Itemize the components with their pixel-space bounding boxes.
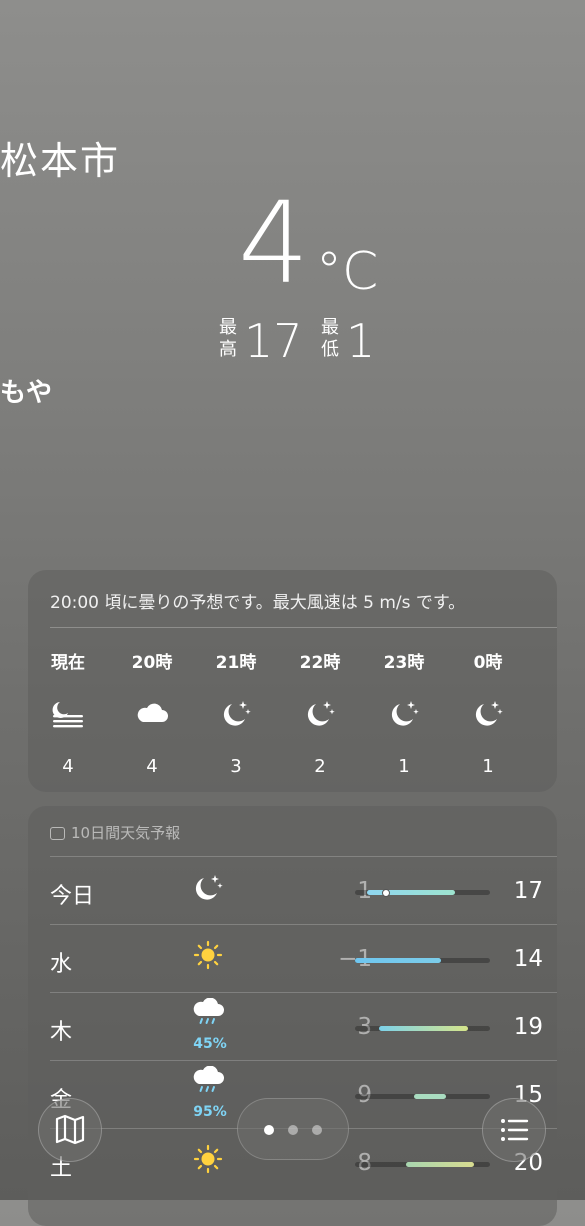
calendar-icon xyxy=(50,827,65,840)
moon-stars-icon xyxy=(302,698,338,728)
high-label-bottom: 高 xyxy=(219,339,237,360)
hour-temperature: 4 xyxy=(62,756,74,777)
hour-label: 1時 xyxy=(537,648,557,673)
page-dot[interactable] xyxy=(312,1125,322,1135)
daily-row[interactable]: 木 45% 3 19 xyxy=(50,992,557,1060)
hour-temperature: 3 xyxy=(230,756,242,777)
cloud-rain-icon xyxy=(190,997,230,1032)
hour-label: 20時 xyxy=(131,653,173,673)
temperature-range-bar xyxy=(355,888,490,897)
city-name: 松本市 xyxy=(0,139,121,183)
weather-condition: もや xyxy=(0,378,53,408)
row-divider xyxy=(50,924,557,925)
temperature-range-bar xyxy=(355,1026,490,1031)
row-divider xyxy=(50,992,557,993)
temperature-range-fill xyxy=(355,958,441,963)
temperature-range-fill xyxy=(406,1162,474,1167)
low-temperature: 1 xyxy=(346,314,376,368)
high-temp: 17 xyxy=(513,878,543,904)
hour-label: 21時 xyxy=(215,653,257,673)
moon-stars-icon xyxy=(190,872,230,906)
temperature-range-bar xyxy=(355,958,490,963)
daily-row[interactable]: 水−114 xyxy=(50,924,557,992)
hour-label: 現在 xyxy=(51,653,85,673)
day-label: 水 xyxy=(50,952,73,977)
hourly-forecast-card[interactable]: 20:00 頃に曇りの予想です。最大風速は 5 m/s です。 現在 4 20時 4 2… xyxy=(28,570,557,792)
hour-temperature: 0 xyxy=(537,756,557,777)
moon-stars-icon xyxy=(470,698,506,728)
sun-icon xyxy=(190,940,230,974)
moon-stars-icon xyxy=(218,698,254,728)
page-dot[interactable] xyxy=(288,1125,298,1135)
hour-temperature: 4 xyxy=(146,756,158,777)
row-divider xyxy=(50,1060,557,1061)
daily-row[interactable]: 今日 1 17 xyxy=(50,856,557,924)
hour-temperature: 1 xyxy=(398,756,410,777)
day-label: 木 xyxy=(50,1020,73,1045)
map-icon xyxy=(55,1114,85,1145)
list-icon xyxy=(501,1119,529,1141)
cloud-rain-icon xyxy=(190,1065,230,1100)
current-temp-marker xyxy=(382,888,390,897)
hour-temperature: 2 xyxy=(314,756,326,777)
precip-chance: 45% xyxy=(193,1036,227,1052)
temperature-range-fill xyxy=(414,1094,446,1099)
high-temp: 19 xyxy=(513,1014,543,1040)
high-temperature: 17 xyxy=(244,314,303,368)
cloud-icon xyxy=(134,698,170,728)
hour-temperature: 1 xyxy=(482,756,494,777)
temperature-range-fill xyxy=(367,890,455,895)
hour-label: 22時 xyxy=(299,653,341,673)
low-label-bottom: 低 xyxy=(321,339,339,360)
temperature-range-bar xyxy=(355,1094,490,1099)
location-list-button[interactable] xyxy=(482,1098,546,1162)
hour-label: 23時 xyxy=(383,653,425,673)
high-temp: 14 xyxy=(513,946,543,972)
temperature-unit: °C xyxy=(316,242,379,302)
low-label-top: 最 xyxy=(321,317,339,338)
daily-forecast-card[interactable]: 10日間天気予報 今日117水−114木45%319金95%915土820 xyxy=(28,806,557,1226)
hourly-divider xyxy=(50,627,557,628)
moon-stars-icon xyxy=(386,698,422,728)
fog-icon xyxy=(50,698,86,728)
daily-header: 10日間天気予報 xyxy=(50,822,180,843)
temperature-range-bar xyxy=(355,1162,490,1167)
high-label-top: 最 xyxy=(219,317,237,338)
hourly-summary: 20:00 頃に曇りの予想です。最大風速は 5 m/s です。 xyxy=(50,593,466,613)
current-temperature: 4 xyxy=(238,179,310,309)
sun-icon xyxy=(190,1144,230,1178)
page-indicator[interactable] xyxy=(237,1098,349,1160)
day-label: 今日 xyxy=(50,884,95,909)
precip-chance: 95% xyxy=(193,1104,227,1120)
temperature-range-fill xyxy=(379,1026,468,1031)
hour-label: 0時 xyxy=(473,653,503,673)
page-dot-active[interactable] xyxy=(264,1125,274,1135)
map-button[interactable] xyxy=(38,1098,102,1162)
row-divider xyxy=(50,856,557,857)
moon-stars-icon xyxy=(554,698,557,728)
daily-header-label: 10日間天気予報 xyxy=(71,824,181,842)
